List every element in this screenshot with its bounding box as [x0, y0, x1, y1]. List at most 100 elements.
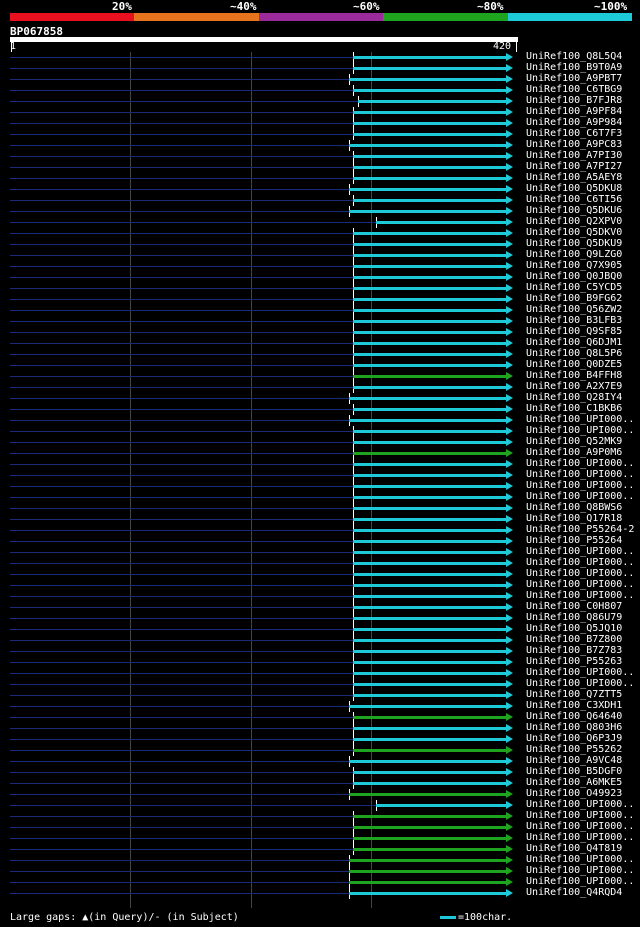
hit-label[interactable]: UniRef100_B9T0A9 — [526, 62, 622, 73]
hit-label[interactable]: UniRef100_C1BKB6 — [526, 403, 622, 414]
hit-label[interactable]: UniRef100_A9VC48 — [526, 755, 622, 766]
hit-label[interactable]: UniRef100_B7FJR8 — [526, 95, 622, 106]
hit-bar[interactable] — [353, 595, 506, 598]
hit-bar[interactable] — [353, 474, 506, 477]
hit-label[interactable]: UniRef100_UPI000.. — [526, 876, 634, 887]
hit-label[interactable]: UniRef100_P55264 — [526, 535, 622, 546]
hit-bar[interactable] — [353, 386, 506, 389]
hit-bar[interactable] — [353, 672, 506, 675]
hit-bar[interactable] — [353, 771, 506, 774]
hit-bar[interactable] — [353, 177, 506, 180]
hit-label[interactable]: UniRef100_Q5DKV0 — [526, 227, 622, 238]
hit-label[interactable]: UniRef100_B4FFH8 — [526, 370, 622, 381]
hit-bar[interactable] — [353, 837, 506, 840]
hit-bar[interactable] — [353, 782, 506, 785]
hit-bar[interactable] — [353, 111, 506, 114]
hit-bar[interactable] — [353, 441, 506, 444]
hit-bar[interactable] — [358, 100, 506, 103]
hit-bar[interactable] — [353, 353, 506, 356]
hit-label[interactable]: UniRef100_O49923 — [526, 788, 622, 799]
hit-label[interactable]: UniRef100_C3XDH1 — [526, 700, 622, 711]
hit-label[interactable]: UniRef100_UPI000.. — [526, 491, 634, 502]
hit-bar[interactable] — [353, 540, 506, 543]
hit-bar[interactable] — [353, 166, 506, 169]
hit-bar[interactable] — [349, 210, 506, 213]
hit-bar[interactable] — [349, 870, 506, 873]
hit-bar[interactable] — [353, 826, 506, 829]
hit-bar[interactable] — [353, 529, 506, 532]
hit-bar[interactable] — [353, 243, 506, 246]
hit-bar[interactable] — [349, 397, 506, 400]
hit-label[interactable]: UniRef100_Q8BWS6 — [526, 502, 622, 513]
hit-bar[interactable] — [349, 144, 506, 147]
hit-bar[interactable] — [353, 408, 506, 411]
hit-label[interactable]: UniRef100_Q6P3J9 — [526, 733, 622, 744]
hit-bar[interactable] — [353, 232, 506, 235]
hit-bar[interactable] — [376, 221, 506, 224]
hit-label[interactable]: UniRef100_Q56ZW2 — [526, 304, 622, 315]
hit-bar[interactable] — [353, 309, 506, 312]
hit-bar[interactable] — [353, 650, 506, 653]
hit-label[interactable]: UniRef100_UPI000.. — [526, 854, 634, 865]
hit-label[interactable]: UniRef100_UPI000.. — [526, 810, 634, 821]
hit-label[interactable]: UniRef100_UPI000.. — [526, 568, 634, 579]
hit-bar[interactable] — [349, 859, 506, 862]
hit-label[interactable]: UniRef100_C0H807 — [526, 601, 622, 612]
hit-bar[interactable] — [353, 749, 506, 752]
hit-label[interactable]: UniRef100_UPI000.. — [526, 590, 634, 601]
hit-bar[interactable] — [353, 276, 506, 279]
hit-bar[interactable] — [353, 452, 506, 455]
hit-bar[interactable] — [353, 485, 506, 488]
hit-label[interactable]: UniRef100_UPI000.. — [526, 414, 634, 425]
hit-label[interactable]: UniRef100_UPI000.. — [526, 425, 634, 436]
hit-bar[interactable] — [353, 507, 506, 510]
hit-label[interactable]: UniRef100_Q4T819 — [526, 843, 622, 854]
hit-label[interactable]: UniRef100_A6MKE5 — [526, 777, 622, 788]
hit-label[interactable]: UniRef100_Q9SF85 — [526, 326, 622, 337]
hit-label[interactable]: UniRef100_B7Z800 — [526, 634, 622, 645]
hit-label[interactable]: UniRef100_Q4RQD4 — [526, 887, 622, 898]
hit-bar[interactable] — [349, 793, 506, 796]
hit-label[interactable]: UniRef100_P55264-2 — [526, 524, 634, 535]
hit-bar[interactable] — [353, 199, 506, 202]
hit-label[interactable]: UniRef100_A9PC83 — [526, 139, 622, 150]
hit-label[interactable]: UniRef100_UPI000.. — [526, 458, 634, 469]
hit-bar[interactable] — [353, 254, 506, 257]
hit-bar[interactable] — [353, 584, 506, 587]
hit-bar[interactable] — [376, 804, 506, 807]
hit-bar[interactable] — [353, 155, 506, 158]
hit-label[interactable]: UniRef100_C6T7F3 — [526, 128, 622, 139]
hit-bar[interactable] — [349, 881, 506, 884]
hit-bar[interactable] — [353, 133, 506, 136]
hit-bar[interactable] — [353, 562, 506, 565]
hit-bar[interactable] — [353, 716, 506, 719]
hit-bar[interactable] — [353, 738, 506, 741]
hit-label[interactable]: UniRef100_UPI000.. — [526, 480, 634, 491]
hit-bar[interactable] — [349, 419, 506, 422]
hit-label[interactable]: UniRef100_B3LFB3 — [526, 315, 622, 326]
hit-label[interactable]: UniRef100_Q8L5P6 — [526, 348, 622, 359]
hit-label[interactable]: UniRef100_Q86U79 — [526, 612, 622, 623]
hit-label[interactable]: UniRef100_C6TBG9 — [526, 84, 622, 95]
hit-bar[interactable] — [353, 518, 506, 521]
hit-label[interactable]: UniRef100_Q7ZTT5 — [526, 689, 622, 700]
hit-label[interactable]: UniRef100_C6TI56 — [526, 194, 622, 205]
hit-label[interactable]: UniRef100_A9PBT7 — [526, 73, 622, 84]
hit-bar[interactable] — [349, 78, 506, 81]
hit-label[interactable]: UniRef100_UPI000.. — [526, 469, 634, 480]
hit-label[interactable]: UniRef100_Q5DKU6 — [526, 205, 622, 216]
hit-label[interactable]: UniRef100_A9PF84 — [526, 106, 622, 117]
hit-label[interactable]: UniRef100_Q8L5Q4 — [526, 51, 622, 62]
hit-bar[interactable] — [353, 430, 506, 433]
hit-label[interactable]: UniRef100_UPI000.. — [526, 799, 634, 810]
hit-bar[interactable] — [353, 331, 506, 334]
hit-label[interactable]: UniRef100_Q7X905 — [526, 260, 622, 271]
hit-label[interactable]: UniRef100_Q64640 — [526, 711, 622, 722]
hit-label[interactable]: UniRef100_P55262 — [526, 744, 622, 755]
hit-label[interactable]: UniRef100_Q0JBQ0 — [526, 271, 622, 282]
hit-label[interactable]: UniRef100_Q5JQ10 — [526, 623, 622, 634]
hit-bar[interactable] — [353, 606, 506, 609]
hit-label[interactable]: UniRef100_B9FG62 — [526, 293, 622, 304]
hit-label[interactable]: UniRef100_A7PI30 — [526, 150, 622, 161]
hit-label[interactable]: UniRef100_B5DGF0 — [526, 766, 622, 777]
